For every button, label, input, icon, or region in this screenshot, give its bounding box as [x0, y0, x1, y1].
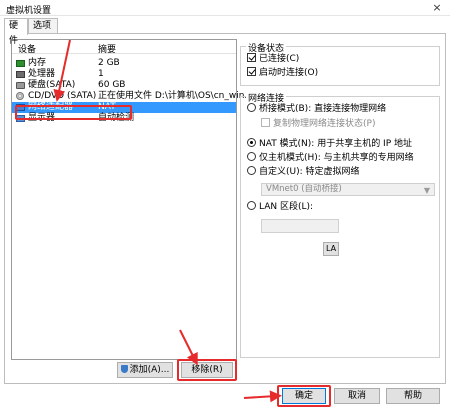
device-row-disk[interactable]: 硬盘(SATA) 60 GB	[12, 80, 236, 91]
custom-radio[interactable]	[247, 166, 256, 175]
lan-radio-row[interactable]: LAN 区段(L):	[247, 201, 313, 213]
connect-on-power-label: 启动时连接(O)	[259, 68, 319, 78]
custom-network-value: VMnet0 (自动桥接)	[266, 184, 342, 194]
device-status-group: 设备状态 已连接(C) 启动时连接(O)	[240, 41, 440, 86]
connected-label: 已连接(C)	[259, 54, 300, 64]
device-row-memory[interactable]: 内存 2 GB	[12, 58, 236, 69]
network-connection-group: 网络连接 桥接模式(B): 直接连接物理网络 复制物理网络连接状态(P) NAT…	[240, 91, 440, 358]
tab-options[interactable]: 选项	[28, 18, 58, 34]
device-summary: 60 GB	[98, 80, 126, 90]
window-title: 虚拟机设置	[6, 6, 52, 16]
device-summary: 1	[98, 69, 104, 79]
title-bar: 虚拟机设置 ×	[0, 0, 450, 16]
connect-on-power-checkbox[interactable]	[247, 67, 256, 76]
bridged-label: 桥接模式(B): 直接连接物理网络	[259, 104, 387, 114]
add-device-button[interactable]: 添加(A)...	[117, 362, 173, 378]
nat-radio-row[interactable]: NAT 模式(N): 用于共享主机的 IP 地址	[247, 138, 412, 150]
device-row-cd[interactable]: CD/DVD (SATA) 正在使用文件 D:\计算机\OS\cn_win...	[12, 91, 253, 102]
custom-radio-row[interactable]: 自定义(U): 特定虚拟网络	[247, 166, 360, 178]
device-row-cpu[interactable]: 处理器 1	[12, 69, 236, 80]
close-icon[interactable]: ×	[427, 0, 447, 15]
nat-radio[interactable]	[247, 138, 256, 147]
bridged-radio-row[interactable]: 桥接模式(B): 直接连接物理网络	[247, 103, 386, 115]
host-only-label: 仅主机模式(H): 与主机共享的专用网络	[259, 153, 414, 163]
custom-network-select[interactable]: VMnet0 (自动桥接) ▼	[261, 183, 435, 196]
device-summary: 2 GB	[98, 58, 120, 68]
device-list: 设备 摘要 内存 2 GB 处理器 1 硬盘(SATA) 60 GB CD/DV…	[11, 39, 253, 360]
replicate-checkbox-row[interactable]: 复制物理网络连接状态(P)	[261, 118, 375, 130]
connected-checkbox-row[interactable]: 已连接(C)	[247, 53, 299, 65]
replicate-checkbox[interactable]	[261, 118, 270, 127]
annotation-arrow-ok	[243, 390, 282, 403]
cd-icon	[16, 92, 24, 100]
settings-panel: 设备 摘要 内存 2 GB 处理器 1 硬盘(SATA) 60 GB CD/DV…	[4, 33, 446, 384]
lan-label: LAN 区段(L):	[259, 202, 314, 212]
help-button[interactable]: 帮助	[386, 388, 440, 404]
annotation-highlight-network	[15, 105, 132, 120]
lan-radio[interactable]	[247, 201, 256, 210]
cancel-button[interactable]: 取消	[334, 388, 380, 404]
host-only-radio-row[interactable]: 仅主机模式(H): 与主机共享的专用网络	[247, 152, 414, 164]
host-only-radio[interactable]	[247, 152, 256, 161]
custom-label: 自定义(U): 特定虚拟网络	[259, 167, 360, 177]
lan-segments-button[interactable]: LA	[323, 242, 339, 256]
tab-hardware[interactable]: 硬件	[4, 18, 28, 46]
device-name: 内存	[28, 58, 47, 68]
shield-icon	[120, 365, 128, 373]
device-name: 硬盘(SATA)	[28, 80, 76, 90]
device-summary: 正在使用文件 D:\计算机\OS\cn_win...	[98, 91, 254, 101]
connect-on-power-row[interactable]: 启动时连接(O)	[247, 67, 318, 79]
column-device: 设备	[18, 45, 37, 55]
bridged-radio[interactable]	[247, 103, 256, 112]
annotation-highlight-remove	[177, 359, 237, 381]
memory-icon	[16, 60, 25, 67]
column-summary: 摘要	[98, 45, 117, 55]
annotation-highlight-ok	[277, 385, 331, 407]
device-name: 处理器	[28, 69, 56, 79]
device-name: CD/DVD (SATA)	[28, 91, 97, 101]
replicate-label: 复制物理网络连接状态(P)	[273, 119, 376, 129]
device-list-header: 设备 摘要	[12, 40, 236, 55]
disk-icon	[16, 82, 25, 89]
chevron-down-icon: ▼	[423, 186, 430, 195]
lan-segment-field[interactable]	[261, 219, 339, 233]
add-device-label: 添加(A)...	[129, 365, 170, 375]
connected-checkbox[interactable]	[247, 53, 256, 62]
nat-label: NAT 模式(N): 用于共享主机的 IP 地址	[259, 139, 413, 149]
cpu-icon	[16, 71, 25, 78]
